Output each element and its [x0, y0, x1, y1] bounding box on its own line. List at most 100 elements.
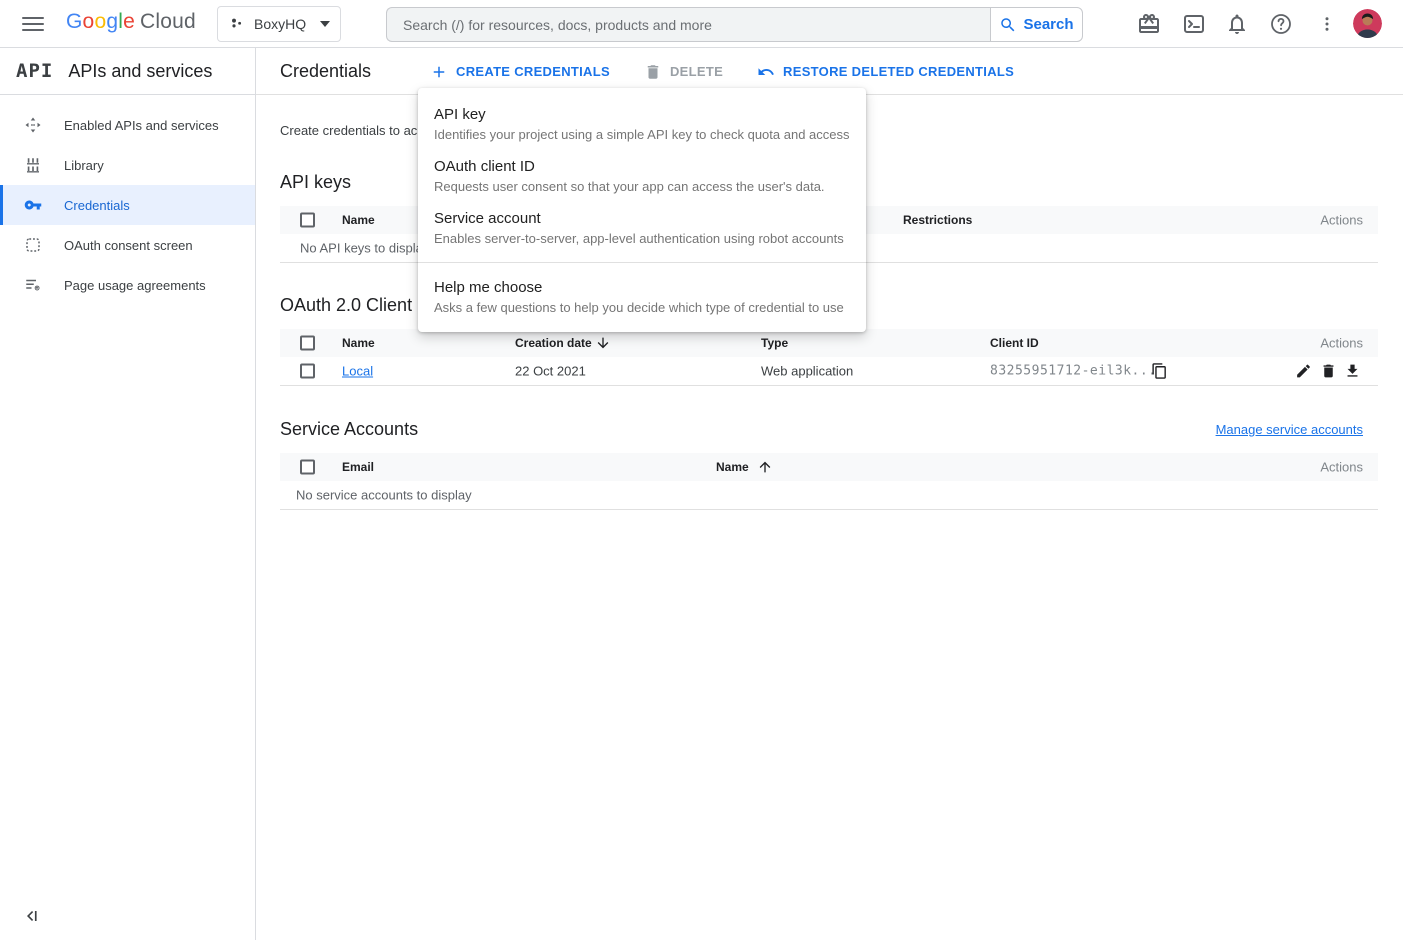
sidebar-item-library[interactable]: Library	[0, 145, 255, 185]
intro-text: Create credentials to ac	[280, 123, 417, 138]
search-button[interactable]: Search	[990, 7, 1083, 42]
logo-letter: e	[123, 10, 135, 33]
menu-item-description: Enables server-to-server, app-level auth…	[434, 230, 850, 248]
column-header-type: Type	[761, 336, 788, 350]
page-title: Credentials	[280, 61, 371, 82]
search-icon	[999, 16, 1017, 34]
help-icon[interactable]	[1269, 12, 1293, 36]
arrow-up-icon[interactable]	[757, 459, 773, 475]
api-keys-empty-text: No API keys to display	[300, 241, 429, 256]
sidebar-item-oauth-consent[interactable]: OAuth consent screen	[0, 225, 255, 265]
sidebar-item-label: Credentials	[64, 198, 130, 213]
api-product-logo: API	[16, 60, 53, 82]
sidebar-item-enabled-apis[interactable]: Enabled APIs and services	[0, 105, 255, 145]
menu-item-service-account[interactable]: Service account Enables server-to-server…	[418, 202, 866, 254]
column-header-name[interactable]: Name	[716, 460, 749, 474]
edit-icon[interactable]	[1295, 363, 1312, 380]
restore-deleted-credentials-button[interactable]: RESTORE DELETED CREDENTIALS	[757, 63, 1014, 81]
menu-item-title: Service account	[434, 208, 850, 230]
delete-icon[interactable]	[1320, 363, 1337, 380]
delete-label: DELETE	[670, 64, 723, 79]
sidebar-item-label: Library	[64, 158, 104, 173]
search-input[interactable]	[386, 7, 990, 42]
oauth-clients-table: Name Creation date Type Client ID Action…	[280, 329, 1378, 386]
oauth-table-header: Name Creation date Type Client ID Action…	[280, 329, 1378, 357]
create-credentials-menu: API key Identifies your project using a …	[418, 88, 866, 332]
column-header-restrictions: Restrictions	[903, 213, 972, 227]
service-accounts-table-header: Email Name Actions	[280, 453, 1378, 481]
service-accounts-table: Email Name Actions No service accounts t…	[280, 453, 1378, 510]
menu-icon[interactable]	[22, 13, 44, 35]
project-name: BoxyHQ	[254, 16, 312, 32]
copy-icon[interactable]	[1151, 363, 1168, 380]
menu-item-title: OAuth client ID	[434, 156, 850, 178]
search-bar: Search	[386, 7, 1083, 42]
menu-item-api-key[interactable]: API key Identifies your project using a …	[418, 98, 866, 150]
oauth-client-type: Web application	[761, 364, 853, 379]
key-icon	[24, 196, 42, 214]
sidebar-header: API APIs and services	[0, 48, 255, 95]
column-header-actions: Actions	[1320, 213, 1363, 228]
gift-icon[interactable]	[1137, 12, 1161, 36]
undo-icon	[757, 63, 775, 81]
row-checkbox[interactable]	[300, 364, 315, 379]
chevron-down-icon	[320, 21, 330, 27]
menu-item-title: API key	[434, 104, 850, 126]
trash-icon	[644, 63, 662, 81]
enabled-apis-icon	[24, 116, 42, 134]
sidebar-item-label: Page usage agreements	[64, 278, 206, 293]
manage-service-accounts-link[interactable]: Manage service accounts	[1216, 422, 1363, 437]
more-vert-icon[interactable]	[1318, 12, 1336, 36]
menu-item-description: Identifies your project using a simple A…	[434, 126, 850, 144]
create-credentials-button[interactable]: CREATE CREDENTIALS	[430, 63, 610, 81]
sidebar-item-credentials[interactable]: Credentials	[0, 185, 255, 225]
page-usage-icon	[24, 276, 42, 294]
sidebar-item-label: Enabled APIs and services	[64, 118, 219, 133]
notifications-icon[interactable]	[1225, 12, 1249, 36]
project-selector[interactable]: BoxyHQ	[217, 6, 341, 42]
logo-cloud-text: Cloud	[140, 10, 196, 33]
service-accounts-heading: Service Accounts	[280, 419, 418, 440]
oauth-consent-icon	[24, 236, 42, 254]
top-bar: GoogleCloud BoxyHQ Search	[0, 0, 1403, 48]
select-all-checkbox[interactable]	[300, 336, 315, 351]
sidebar-item-page-usage[interactable]: Page usage agreements	[0, 265, 255, 305]
menu-item-title: Help me choose	[434, 277, 850, 299]
project-logo-icon	[228, 15, 246, 33]
menu-divider	[418, 262, 866, 263]
select-all-checkbox[interactable]	[300, 213, 315, 228]
avatar[interactable]	[1353, 9, 1382, 38]
logo-letter: o	[94, 10, 106, 33]
menu-item-description: Requests user consent so that your app c…	[434, 178, 850, 196]
google-cloud-logo[interactable]: GoogleCloud	[66, 10, 196, 34]
sidebar: API APIs and services Enabled APIs and s…	[0, 48, 256, 940]
logo-letter: o	[83, 10, 95, 33]
menu-item-description: Asks a few questions to help you decide …	[434, 299, 850, 317]
column-header-actions: Actions	[1320, 336, 1363, 351]
plus-icon	[430, 63, 448, 81]
column-header-creation-date[interactable]: Creation date	[515, 336, 592, 350]
collapse-sidebar-icon[interactable]	[22, 906, 42, 926]
oauth-client-name-link[interactable]: Local	[342, 364, 373, 379]
cloud-shell-icon[interactable]	[1182, 12, 1206, 36]
sidebar-item-label: OAuth consent screen	[64, 238, 193, 253]
oauth-client-row: Local 22 Oct 2021 Web application 832559…	[280, 357, 1378, 386]
select-all-checkbox[interactable]	[300, 460, 315, 475]
sidebar-nav: Enabled APIs and services Library Creden…	[0, 105, 255, 305]
restore-label: RESTORE DELETED CREDENTIALS	[783, 64, 1014, 79]
logo-letter: G	[66, 10, 83, 33]
column-header-name: Name	[342, 213, 375, 227]
download-icon[interactable]	[1344, 363, 1361, 380]
delete-button[interactable]: DELETE	[644, 63, 723, 81]
menu-item-help-me-choose[interactable]: Help me choose Asks a few questions to h…	[418, 271, 866, 323]
arrow-down-icon[interactable]	[595, 335, 611, 351]
column-header-name: Name	[342, 336, 375, 350]
oauth-client-creation-date: 22 Oct 2021	[515, 364, 586, 379]
column-header-client-id: Client ID	[990, 336, 1039, 350]
column-header-actions: Actions	[1320, 460, 1363, 475]
search-button-label: Search	[1023, 16, 1073, 33]
column-header-email: Email	[342, 460, 374, 474]
library-icon	[24, 156, 42, 174]
logo-letter: g	[106, 10, 118, 33]
menu-item-oauth-client-id[interactable]: OAuth client ID Requests user consent so…	[418, 150, 866, 202]
